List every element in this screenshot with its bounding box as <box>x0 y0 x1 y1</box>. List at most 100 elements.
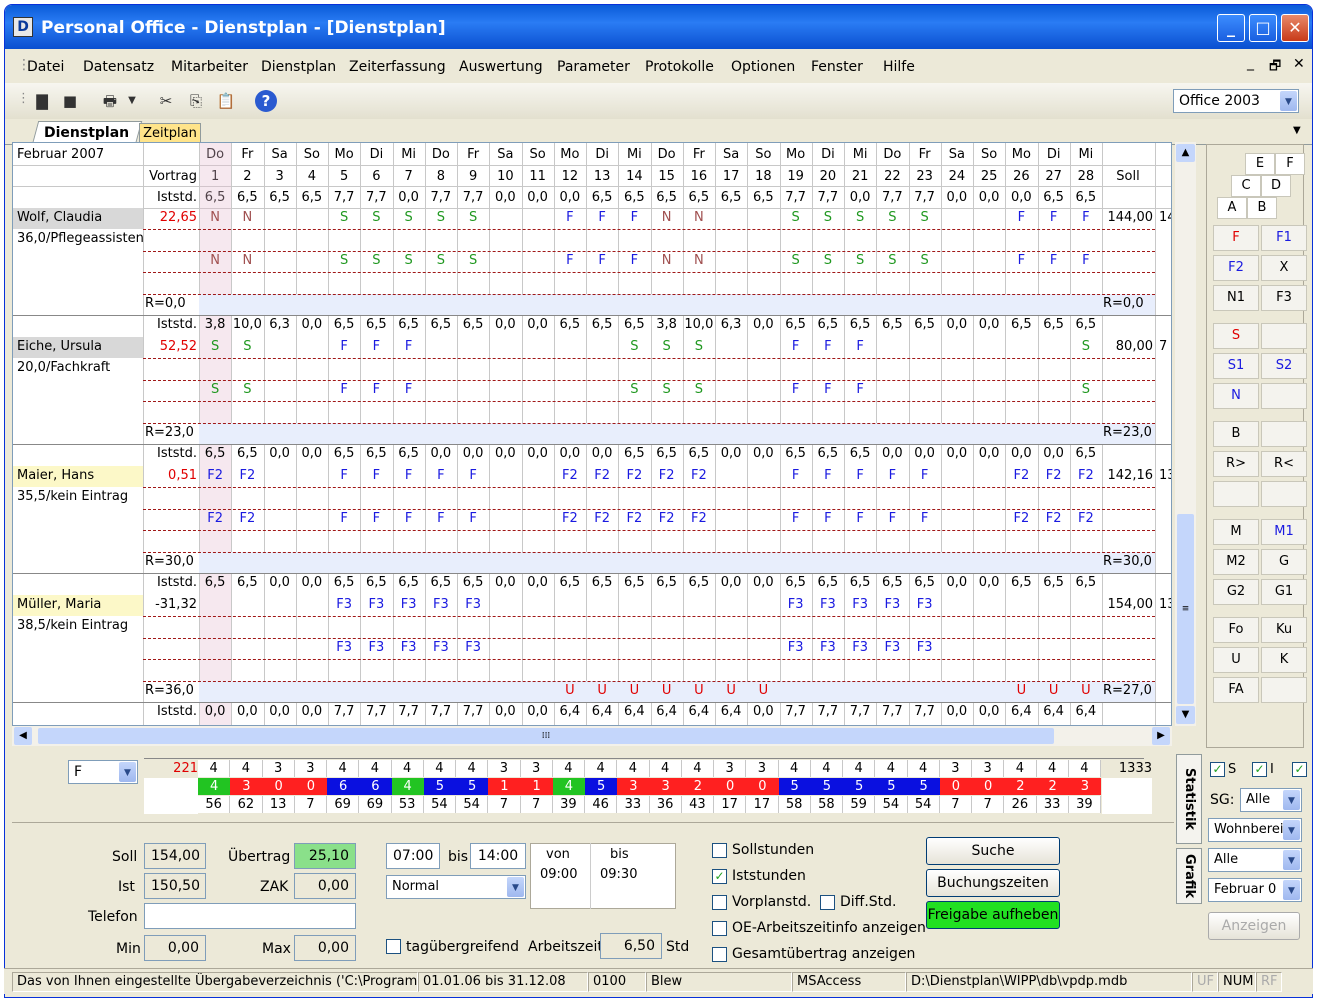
shift-button-x[interactable]: X <box>1261 255 1307 281</box>
shift-cell[interactable]: S <box>651 380 683 400</box>
shift-button-g2[interactable]: G2 <box>1213 579 1259 605</box>
shift-cell[interactable]: S <box>457 251 489 271</box>
shift-cell[interactable]: F3 <box>457 595 489 615</box>
shift-cell[interactable]: F3 <box>425 595 457 615</box>
shift-cell[interactable]: F3 <box>393 638 425 658</box>
employee-name[interactable]: Wolf, Claudia <box>17 208 141 228</box>
menu-zeiterfassung[interactable]: Zeiterfassung <box>349 59 446 75</box>
shift-cell[interactable]: F <box>780 337 812 357</box>
shift-cell[interactable]: F <box>844 509 876 529</box>
shift-cell[interactable]: F <box>586 251 618 271</box>
tab-menu-icon[interactable]: ▼ <box>1293 125 1301 136</box>
shift-cell[interactable]: U <box>1038 681 1070 701</box>
mode-select[interactable]: Normal ▼ <box>386 875 526 899</box>
shift-group-tab[interactable]: C <box>1231 175 1261 197</box>
filter-check-I[interactable]: ✓ <box>1252 762 1267 777</box>
paste-icon[interactable]: 📋 <box>215 90 237 112</box>
save-icon[interactable]: ■ <box>59 90 81 112</box>
shift-cell[interactable]: F <box>876 466 908 486</box>
option-checkbox-2[interactable] <box>712 895 727 910</box>
shift-cell[interactable]: S <box>360 251 392 271</box>
shift-cell[interactable]: F <box>844 380 876 400</box>
shift-group-tab[interactable]: D <box>1261 175 1291 197</box>
shift-cell[interactable]: S <box>618 380 650 400</box>
buchungszeiten-button[interactable]: Buchungszeiten <box>926 869 1060 897</box>
shift-group-tab[interactable]: E <box>1245 153 1275 175</box>
shift-button-s2[interactable]: S2 <box>1261 353 1307 379</box>
shift-cell[interactable]: F2 <box>618 509 650 529</box>
shift-cell[interactable]: F <box>1038 208 1070 228</box>
shift-cell[interactable]: F <box>328 337 360 357</box>
shift-group-tab[interactable]: B <box>1247 197 1277 219</box>
shift-cell[interactable]: F <box>780 380 812 400</box>
month-select[interactable]: Februar 0 ▼ <box>1208 878 1302 902</box>
shift-cell[interactable]: S <box>393 251 425 271</box>
shift-cell[interactable]: F <box>328 509 360 529</box>
shift-cell[interactable]: F <box>1070 208 1102 228</box>
shift-cell[interactable]: F <box>812 466 844 486</box>
shift-cell[interactable]: F3 <box>812 595 844 615</box>
shift-button-ku[interactable]: Ku <box>1261 617 1307 643</box>
shift-cell[interactable]: F2 <box>586 509 618 529</box>
maximize-button[interactable]: □ <box>1249 14 1277 42</box>
shift-cell[interactable]: F2 <box>683 466 715 486</box>
shift-cell[interactable]: F <box>618 251 650 271</box>
shift-cell[interactable]: F <box>393 509 425 529</box>
shift-cell[interactable]: N <box>651 251 683 271</box>
shift-button-f[interactable]: F <box>1213 225 1259 251</box>
shift-cell[interactable]: F3 <box>844 638 876 658</box>
shift-button-m2[interactable]: M2 <box>1213 549 1259 575</box>
mdi-restore-icon[interactable]: 🗗 <box>1269 57 1281 79</box>
shift-button-s[interactable]: S <box>1213 323 1259 349</box>
shift-cell[interactable]: F <box>780 509 812 529</box>
shift-cell[interactable]: S <box>618 337 650 357</box>
shift-button-rx[interactable]: R> <box>1213 451 1259 477</box>
scroll-up-icon[interactable]: ▲ <box>1176 144 1195 162</box>
shift-button-empty[interactable] <box>1261 481 1307 507</box>
shift-cell[interactable]: F <box>586 208 618 228</box>
option-checkbox-5[interactable] <box>712 947 727 962</box>
option-checkbox-0[interactable] <box>712 843 727 858</box>
shift-cell[interactable]: F3 <box>328 595 360 615</box>
shift-cell[interactable]: F <box>1005 251 1037 271</box>
filter-check-S[interactable]: ✓ <box>1210 762 1225 777</box>
shift-cell[interactable]: F <box>844 466 876 486</box>
shift-button-empty[interactable] <box>1213 481 1259 507</box>
shift-cell[interactable]: F <box>812 509 844 529</box>
chevron-down-icon[interactable]: ▼ <box>1283 820 1300 840</box>
shift-cell[interactable]: F3 <box>909 595 941 615</box>
shift-cell[interactable]: F <box>1070 251 1102 271</box>
shift-button-n1[interactable]: N1 <box>1213 285 1259 311</box>
shift-cell[interactable]: F2 <box>1005 509 1037 529</box>
print-dropdown-icon[interactable]: ▼ <box>121 90 143 112</box>
menu-parameter[interactable]: Parameter <box>557 59 630 75</box>
option-checkbox-1[interactable]: ✓ <box>712 869 727 884</box>
shift-button-empty[interactable] <box>1261 421 1307 447</box>
shift-cell[interactable]: N <box>231 208 263 228</box>
menu-dienstplan[interactable]: Dienstplan <box>261 59 336 75</box>
hscroll-thumb[interactable]: ⁞⁞⁞ <box>38 728 1054 744</box>
shift-cell[interactable]: N <box>199 251 231 271</box>
cut-icon[interactable]: ✂ <box>155 90 177 112</box>
shift-cell[interactable]: F3 <box>328 638 360 658</box>
menu-auswertung[interactable]: Auswertung <box>459 59 543 75</box>
shift-cell[interactable]: F2 <box>1070 509 1102 529</box>
shift-button-m[interactable]: M <box>1213 519 1259 545</box>
employee-name[interactable]: Müller, Maria <box>17 595 141 615</box>
shift-cell[interactable]: S <box>683 380 715 400</box>
shift-cell[interactable]: S <box>780 251 812 271</box>
horizontal-scrollbar[interactable]: ◀ ⁞⁞⁞ ▶ <box>12 726 1172 746</box>
shift-cell[interactable]: F3 <box>393 595 425 615</box>
app-icon[interactable]: D <box>13 17 33 37</box>
vertical-scrollbar[interactable]: ▲ ≡ ▼ <box>1175 142 1196 726</box>
break-von-value[interactable]: 09:00 <box>540 867 577 882</box>
shift-cell[interactable]: U <box>683 681 715 701</box>
chevron-down-icon[interactable]: ▼ <box>1283 850 1300 870</box>
shift-cell[interactable]: F <box>393 466 425 486</box>
shift-cell[interactable]: F <box>360 509 392 529</box>
shift-cell[interactable]: S <box>393 208 425 228</box>
shift-cell[interactable]: U <box>747 681 779 701</box>
shift-cell[interactable]: F3 <box>876 595 908 615</box>
shift-button-f2[interactable]: F2 <box>1213 255 1259 281</box>
chevron-down-icon[interactable]: ▼ <box>119 762 136 782</box>
